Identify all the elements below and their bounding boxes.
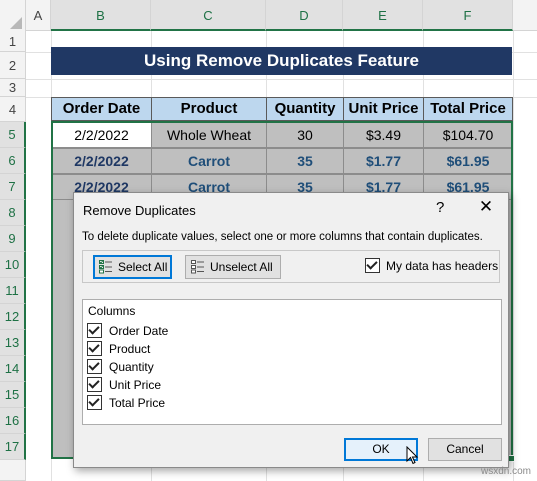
- row-header-18[interactable]: [0, 460, 26, 481]
- select-all-label: Select All: [118, 260, 168, 274]
- column-header-d[interactable]: D: [266, 0, 343, 31]
- column-item-label: Unit Price: [109, 377, 162, 392]
- row-header-5[interactable]: 5: [0, 122, 26, 148]
- headers-checkbox-label: My data has headers: [386, 258, 499, 273]
- column-item-label: Order Date: [109, 323, 169, 338]
- row-header-2[interactable]: 2: [0, 52, 26, 79]
- button-group: Select All Unselect All My data has head…: [82, 250, 500, 283]
- sheet-title[interactable]: Using Remove Duplicates Feature: [51, 47, 512, 75]
- column-item-label: Product: [109, 341, 151, 356]
- row-header-17[interactable]: 17: [0, 434, 26, 460]
- row-header-7[interactable]: 7: [0, 174, 26, 200]
- row-header-16[interactable]: 16: [0, 408, 26, 434]
- row-header-13[interactable]: 13: [0, 330, 26, 356]
- checkbox[interactable]: [87, 395, 102, 410]
- row-header-9[interactable]: 9: [0, 226, 26, 252]
- row-header-8[interactable]: 8: [0, 200, 26, 226]
- unselect-all-icon: [191, 260, 204, 274]
- table-header-total-price[interactable]: Total Price: [423, 97, 513, 121]
- dialog-description: To delete duplicate values, select one o…: [82, 231, 483, 243]
- column-header-e[interactable]: E: [343, 0, 423, 31]
- headers-checkbox[interactable]: [365, 258, 380, 273]
- column-item-quantity[interactable]: Quantity: [87, 359, 154, 374]
- unselect-all-button[interactable]: Unselect All: [185, 255, 281, 279]
- table-header-unit-price[interactable]: Unit Price: [343, 97, 424, 121]
- row-header-6[interactable]: 6: [0, 148, 26, 174]
- columns-title: Columns: [88, 304, 136, 318]
- remove-duplicates-dialog: Remove Duplicates ? ✕ To delete duplicat…: [73, 192, 509, 468]
- checkbox[interactable]: [87, 323, 102, 338]
- column-item-label: Quantity: [109, 359, 154, 374]
- column-item-label: Total Price: [109, 395, 166, 410]
- mouse-cursor-icon: [406, 446, 419, 465]
- select-all-corner[interactable]: [0, 0, 26, 31]
- table-header-order-date[interactable]: Order Date: [51, 97, 152, 121]
- column-item-unit-price[interactable]: Unit Price: [87, 377, 161, 392]
- checkbox[interactable]: [87, 359, 102, 374]
- row-header-12[interactable]: 12: [0, 304, 26, 330]
- checkbox[interactable]: [87, 341, 102, 356]
- column-item-product[interactable]: Product: [87, 341, 150, 356]
- watermark: wsxdn.com: [480, 466, 531, 477]
- headers-checkbox-row[interactable]: My data has headers: [365, 258, 498, 273]
- select-all-icon: [99, 260, 112, 274]
- table-header-product[interactable]: Product: [151, 97, 267, 121]
- gridline: [26, 79, 537, 80]
- row-header-11[interactable]: 11: [0, 278, 26, 304]
- row-header-15[interactable]: 15: [0, 382, 26, 408]
- help-icon[interactable]: ?: [436, 199, 444, 216]
- gridline: [513, 31, 514, 481]
- corner-triangle-icon: [10, 17, 22, 29]
- fill-handle[interactable]: [508, 455, 515, 462]
- column-header-a[interactable]: A: [26, 0, 51, 31]
- row-header-3[interactable]: 3: [0, 79, 26, 97]
- column-header-c[interactable]: C: [151, 0, 266, 31]
- dialog-title: Remove Duplicates: [83, 203, 196, 218]
- cancel-button[interactable]: Cancel: [428, 438, 502, 461]
- row-header-14[interactable]: 14: [0, 356, 26, 382]
- row-header-4[interactable]: 4: [0, 97, 26, 122]
- checkbox[interactable]: [87, 377, 102, 392]
- close-icon[interactable]: ✕: [474, 196, 498, 218]
- columns-listbox[interactable]: Columns Order Date Product Quantity Unit…: [82, 299, 502, 425]
- row-header-1[interactable]: 1: [0, 31, 26, 52]
- unselect-all-label: Unselect All: [210, 260, 273, 274]
- table-header-quantity[interactable]: Quantity: [266, 97, 344, 121]
- column-header-f[interactable]: F: [423, 0, 513, 31]
- select-all-button[interactable]: Select All: [93, 255, 172, 279]
- column-item-order-date[interactable]: Order Date: [87, 323, 168, 338]
- column-header-b[interactable]: B: [51, 0, 151, 31]
- row-header-10[interactable]: 10: [0, 252, 26, 278]
- column-item-total-price[interactable]: Total Price: [87, 395, 165, 410]
